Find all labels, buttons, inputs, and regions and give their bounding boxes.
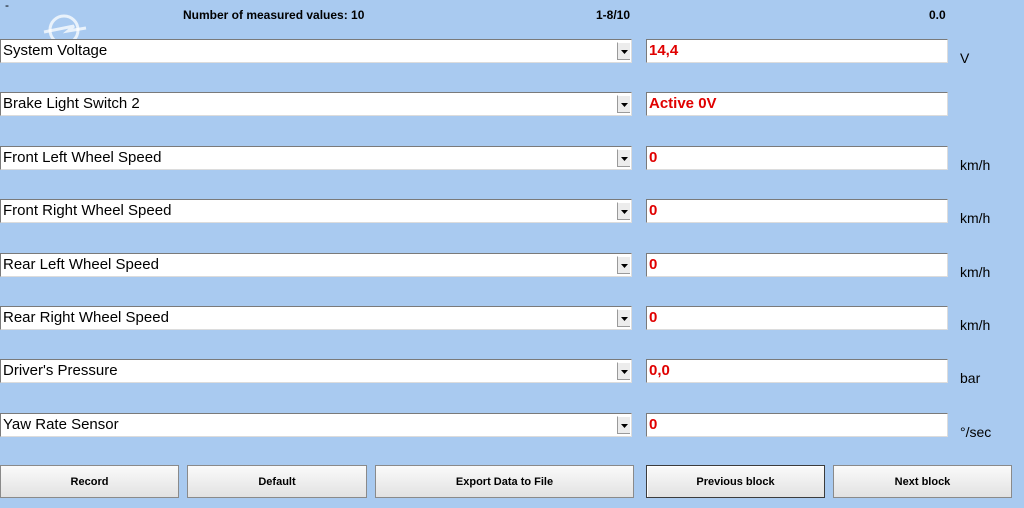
parameter-label: Rear Left Wheel Speed: [3, 256, 159, 273]
unit-label: V: [960, 50, 970, 66]
unit-label: km/h: [960, 210, 991, 226]
value-field: 0: [646, 253, 948, 277]
value-text: 0,0: [649, 362, 670, 379]
parameter-label: Rear Right Wheel Speed: [3, 309, 169, 326]
dropdown-arrow-icon[interactable]: [617, 149, 630, 167]
value-text: 0: [649, 416, 658, 433]
dropdown-arrow-icon[interactable]: [617, 42, 630, 60]
value-text: 0: [649, 256, 658, 273]
parameter-select[interactable]: System Voltage: [0, 39, 632, 63]
measurement-row: System Voltage 14,4 V: [0, 39, 1024, 66]
time-readout: 0.0: [929, 8, 946, 22]
unit-label: bar: [960, 370, 981, 386]
measurement-row: Front Left Wheel Speed 0 km/h: [0, 146, 1024, 173]
parameter-select[interactable]: Rear Right Wheel Speed: [0, 306, 632, 330]
measurement-row: Brake Light Switch 2 Active 0V: [0, 92, 1024, 116]
parameter-select[interactable]: Yaw Rate Sensor: [0, 413, 632, 437]
default-button[interactable]: Default: [187, 465, 367, 498]
value-field: 0: [646, 413, 948, 437]
next-block-button[interactable]: Next block: [833, 465, 1012, 498]
measurement-row: Front Right Wheel Speed 0 km/h: [0, 199, 1024, 226]
value-field: 0: [646, 146, 948, 170]
value-text: 14,4: [649, 42, 679, 59]
dropdown-arrow-icon[interactable]: [617, 95, 630, 113]
unit-label: °/sec: [960, 424, 992, 440]
record-button[interactable]: Record: [0, 465, 179, 498]
measurement-row: Rear Right Wheel Speed 0 km/h: [0, 306, 1024, 333]
parameter-select[interactable]: Brake Light Switch 2: [0, 92, 632, 116]
dropdown-arrow-icon[interactable]: [617, 202, 630, 220]
previous-block-button[interactable]: Previous block: [646, 465, 825, 498]
dropdown-arrow-icon[interactable]: [617, 256, 630, 274]
value-range-indicator: 1-8/10: [596, 8, 631, 22]
unit-label: km/h: [960, 317, 991, 333]
parameter-select[interactable]: Driver's Pressure: [0, 359, 632, 383]
parameter-label: Driver's Pressure: [3, 362, 118, 379]
dropdown-arrow-icon[interactable]: [617, 362, 630, 380]
parameter-label: System Voltage: [3, 42, 108, 59]
value-field: 0: [646, 306, 948, 330]
unit-label: km/h: [960, 157, 991, 173]
value-field: 14,4: [646, 39, 948, 63]
measurement-row: Yaw Rate Sensor 0 °/sec: [0, 413, 1024, 440]
parameter-select[interactable]: Rear Left Wheel Speed: [0, 253, 632, 277]
parameter-select[interactable]: Front Right Wheel Speed: [0, 199, 632, 223]
value-text: 0: [649, 309, 658, 326]
measurement-row: Driver's Pressure 0,0 bar: [0, 359, 1024, 386]
value-field: 0: [646, 199, 948, 223]
dropdown-arrow-icon[interactable]: [617, 309, 630, 327]
dropdown-arrow-icon[interactable]: [617, 416, 630, 434]
export-data-button[interactable]: Export Data to File: [375, 465, 634, 498]
unit-label: km/h: [960, 264, 991, 280]
corner-mark: -: [5, 0, 9, 12]
parameter-label: Front Left Wheel Speed: [3, 149, 162, 166]
parameter-select[interactable]: Front Left Wheel Speed: [0, 146, 632, 170]
parameter-label: Brake Light Switch 2: [3, 95, 140, 112]
value-text: Active 0V: [649, 95, 717, 112]
measurement-row: Rear Left Wheel Speed 0 km/h: [0, 253, 1024, 280]
value-text: 0: [649, 202, 658, 219]
value-field: Active 0V: [646, 92, 948, 116]
value-field: 0,0: [646, 359, 948, 383]
parameter-label: Front Right Wheel Speed: [3, 202, 172, 219]
value-text: 0: [649, 149, 658, 166]
measured-values-count: Number of measured values: 10: [183, 8, 365, 22]
parameter-label: Yaw Rate Sensor: [3, 416, 119, 433]
